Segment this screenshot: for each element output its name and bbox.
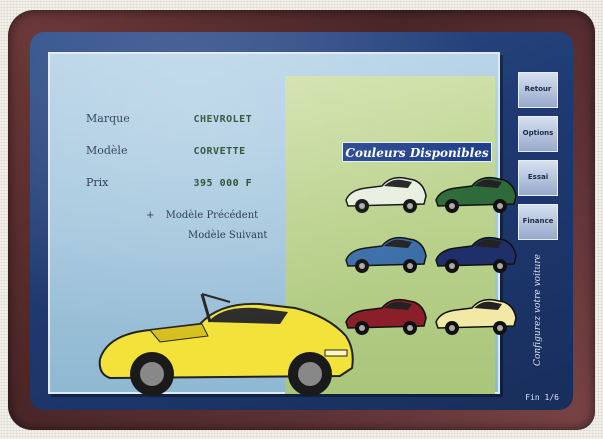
make-value: CHEVROLET bbox=[193, 114, 253, 125]
configurator-panel: Marque CHEVROLET Modèle CORVETTE Prix 39… bbox=[48, 52, 517, 396]
prev-model-link[interactable]: + Modèle Précédent bbox=[146, 210, 258, 221]
model-row: Modèle CORVETTE bbox=[86, 144, 246, 157]
model-label: Modèle bbox=[86, 144, 128, 157]
color-swatch-1[interactable] bbox=[342, 170, 428, 218]
price-value: 395 000 F bbox=[193, 178, 253, 189]
hero-car-image bbox=[98, 293, 354, 396]
make-label: Marque bbox=[86, 112, 130, 125]
page-indicator: Fin 1/6 bbox=[525, 393, 559, 402]
options-button[interactable]: Options bbox=[518, 116, 558, 152]
monitor-screen: Marque CHEVROLET Modèle CORVETTE Prix 39… bbox=[30, 32, 573, 410]
car-icon bbox=[345, 176, 427, 213]
test-drive-button[interactable]: Essai bbox=[518, 160, 558, 196]
colors-title: Couleurs Disponibles bbox=[342, 142, 492, 162]
color-swatch-4[interactable] bbox=[432, 230, 518, 278]
color-swatch-6[interactable] bbox=[432, 292, 518, 340]
back-button[interactable]: Retour bbox=[518, 72, 558, 108]
finance-button[interactable]: Finance bbox=[518, 204, 558, 240]
prev-model-label: Modèle Précédent bbox=[165, 210, 259, 221]
car-icon bbox=[435, 236, 517, 273]
next-model-label: Modèle Suivant bbox=[188, 230, 268, 241]
price-label: Prix bbox=[86, 176, 109, 189]
car-icon bbox=[435, 298, 517, 335]
color-swatch-2[interactable] bbox=[432, 170, 518, 218]
next-model-link[interactable]: Modèle Suivant bbox=[188, 230, 267, 241]
sidebar-vertical-text: Configurez votre voiture bbox=[533, 254, 543, 366]
arrow-icon: + bbox=[146, 210, 155, 221]
sidebar: Retour Options Essai Finance Configurez … bbox=[512, 72, 564, 402]
make-row: Marque CHEVROLET bbox=[86, 112, 252, 125]
model-value: CORVETTE bbox=[193, 146, 246, 157]
price-row: Prix 395 000 F bbox=[86, 176, 252, 189]
car-icon bbox=[435, 176, 517, 213]
